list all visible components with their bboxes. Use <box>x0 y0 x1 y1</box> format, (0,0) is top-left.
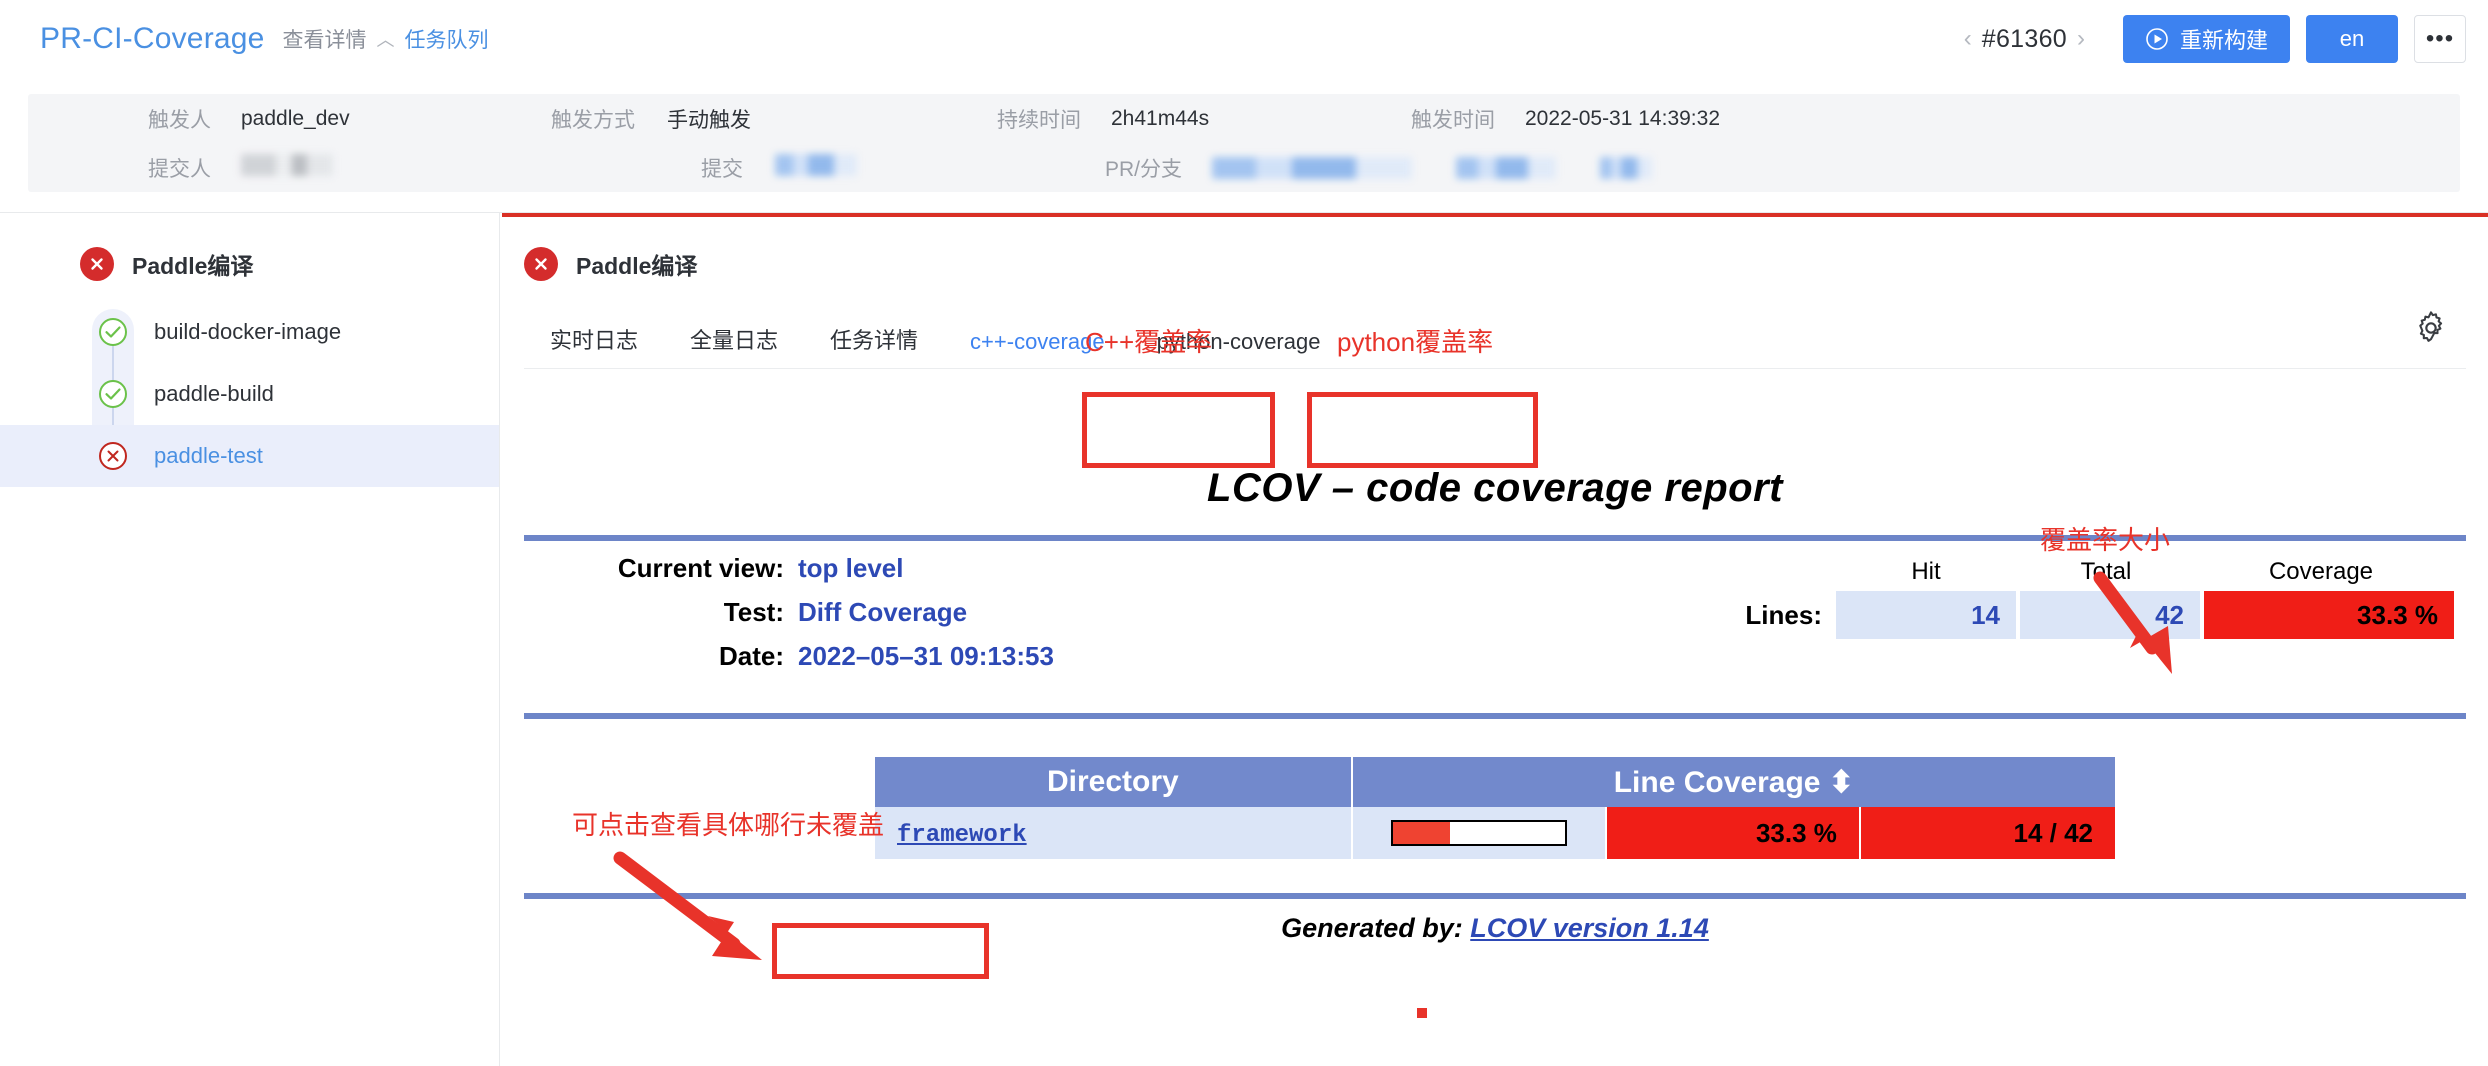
lcov-footer: Generated by: LCOV version 1.14 <box>524 899 2466 944</box>
table-row: framework 33.3 % 14 / 42 <box>875 807 2115 859</box>
breadcrumb-detail: 查看详情 <box>283 24 367 54</box>
lcov-stats-table: Hit Total Coverage Lines: 14 42 33.3 % <box>1706 553 2466 639</box>
job-list: build-docker-image paddle-build <box>0 301 499 487</box>
build-info-row-1: 触发人 paddle_dev 触发方式 手动触发 持续时间 2h41m44s 触… <box>28 94 2460 143</box>
tab-cpp-coverage[interactable]: c++-coverage <box>944 329 1131 369</box>
coverage-bar-fill <box>1393 822 1450 844</box>
error-x-icon <box>80 247 114 281</box>
tabs-underline <box>524 368 2466 369</box>
rebuild-label: 重新构建 <box>2180 23 2268 55</box>
info-value-pr-branch-redacted <box>1212 157 1652 179</box>
cell-directory[interactable]: framework <box>875 807 1353 859</box>
play-circle-icon <box>2145 27 2169 51</box>
coverage-table-header-row: Directory Line Coverage ⬍ <box>875 757 2115 807</box>
content-stage-header: Paddle编译 <box>502 217 2488 281</box>
cell-coverage-bar <box>1353 807 1607 859</box>
job-label: paddle-test <box>154 443 263 469</box>
tab-realtime-log[interactable]: 实时日志 <box>524 323 664 369</box>
sidebar-item-paddle-build[interactable]: paddle-build <box>0 363 499 425</box>
info-label-committer: 提交人 <box>148 153 211 183</box>
prev-build-icon[interactable]: ‹ <box>1954 25 1982 53</box>
job-label: build-docker-image <box>154 319 341 345</box>
error-x-circle-icon <box>94 437 132 475</box>
lcov-stats-hit: 14 <box>1836 591 2016 639</box>
info-label-commit: 提交 <box>701 153 743 183</box>
chevron-up-icon[interactable]: ︿ <box>377 26 395 52</box>
info-value-trigger-mode: 手动触发 <box>667 104 997 134</box>
cell-coverage-fraction: 14 / 42 <box>1861 807 2115 859</box>
coverage-bar-track <box>1391 820 1567 846</box>
build-info-strip: 触发人 paddle_dev 触发方式 手动触发 持续时间 2h41m44s 触… <box>28 94 2460 192</box>
success-check-icon <box>94 375 132 413</box>
info-value-duration: 2h41m44s <box>1111 107 1411 131</box>
col-header-directory[interactable]: Directory <box>875 757 1353 807</box>
info-label-trigger-user: 触发人 <box>148 104 211 134</box>
content-tabs: 实时日志 全量日志 任务详情 c++-coverage python-cover… <box>502 311 2488 369</box>
rebuild-button[interactable]: 重新构建 <box>2123 15 2290 63</box>
build-number: #61360 <box>1982 25 2067 54</box>
info-label-pr-branch: PR/分支 <box>1105 153 1182 183</box>
info-value-trigger-time: 2022-05-31 14:39:32 <box>1525 107 1720 131</box>
lcov-version-link[interactable]: LCOV version 1.14 <box>1470 913 1709 943</box>
info-label-trigger-time: 触发时间 <box>1411 104 1495 134</box>
lcov-header-hit: Hit <box>1836 558 2016 586</box>
col-header-line-coverage[interactable]: Line Coverage ⬍ <box>1353 757 2115 807</box>
more-options-button[interactable]: ••• <box>2414 15 2466 63</box>
sidebar-stage-label: Paddle编译 <box>132 247 253 281</box>
job-label: paddle-build <box>154 381 274 407</box>
lcov-stats-row-lines: Lines: 14 42 33.3 % <box>1706 591 2454 639</box>
language-button[interactable]: en <box>2306 15 2398 63</box>
lcov-summary: Current view: top level Test: Diff Cover… <box>524 541 2466 695</box>
lcov-header-total: Total <box>2016 558 2196 586</box>
tab-full-log[interactable]: 全量日志 <box>664 323 804 369</box>
info-value-committer-redacted <box>241 154 551 181</box>
coverage-table: Directory Line Coverage ⬍ framework <box>875 757 2115 859</box>
lcov-meta-key: Test: <box>568 597 798 628</box>
lcov-meta-table: Current view: top level Test: Diff Cover… <box>524 553 1054 685</box>
sidebar-item-paddle-test[interactable]: paddle-test <box>0 425 499 487</box>
lcov-rule-middle <box>524 713 2466 719</box>
lcov-stats-header: Hit Total Coverage <box>1706 553 2454 591</box>
lcov-title: LCOV – code coverage report <box>524 452 2466 535</box>
lcov-meta-value: Diff Coverage <box>798 597 967 628</box>
lcov-meta-key: Date: <box>568 641 798 672</box>
lcov-meta-row-current-view: Current view: top level <box>568 553 1054 597</box>
content-panel: Paddle编译 实时日志 全量日志 任务详情 c++-coverage pyt… <box>502 213 2488 1066</box>
info-label-duration: 持续时间 <box>997 104 1081 134</box>
success-check-icon <box>94 313 132 351</box>
sidebar-stage-header[interactable]: Paddle编译 <box>0 213 499 281</box>
lcov-meta-key: Current view: <box>568 553 798 584</box>
generated-by-label: Generated by: <box>1281 913 1463 943</box>
lcov-meta-value: 2022–05–31 09:13:53 <box>798 641 1054 672</box>
info-value-trigger-user: paddle_dev <box>241 107 551 131</box>
lcov-header-coverage: Coverage <box>2196 558 2446 586</box>
stage-sidebar: Paddle编译 build-docker-image <box>0 213 500 1066</box>
info-value-commit-redacted <box>775 154 1105 181</box>
directory-link[interactable]: framework <box>897 822 1027 849</box>
app-title[interactable]: PR-CI-Coverage <box>40 22 265 56</box>
build-info-row-2: 提交人 提交 PR/分支 <box>28 143 2460 192</box>
content-stage-label: Paddle编译 <box>576 247 697 281</box>
top-bar-actions: ‹ #61360 › 重新构建 en ••• <box>1954 0 2466 78</box>
tab-task-detail[interactable]: 任务详情 <box>804 323 944 369</box>
next-build-icon[interactable]: › <box>2067 25 2095 53</box>
lcov-meta-row-date: Date: 2022–05–31 09:13:53 <box>568 641 1054 685</box>
lcov-report: LCOV – code coverage report Current view… <box>524 452 2466 1066</box>
page-root: PR-CI-Coverage 查看详情 ︿ 任务队列 ‹ #61360 › 重新… <box>0 0 2488 1066</box>
top-bar: PR-CI-Coverage 查看详情 ︿ 任务队列 ‹ #61360 › 重新… <box>0 0 2488 78</box>
lcov-meta-row-test: Test: Diff Coverage <box>568 597 1054 641</box>
tab-python-coverage[interactable]: python-coverage <box>1131 329 1347 369</box>
error-x-icon <box>524 247 558 281</box>
lcov-stats-row-label: Lines: <box>1706 591 1836 639</box>
breadcrumb-task-queue[interactable]: 任务队列 <box>405 24 489 54</box>
lcov-stats-total: 42 <box>2020 591 2200 639</box>
cell-coverage-percent: 33.3 % <box>1607 807 1861 859</box>
sidebar-item-build-docker-image[interactable]: build-docker-image <box>0 301 499 363</box>
lcov-stats-coverage: 33.3 % <box>2204 591 2454 639</box>
info-label-trigger-mode: 触发方式 <box>551 104 635 134</box>
lcov-meta-value: top level <box>798 553 903 584</box>
